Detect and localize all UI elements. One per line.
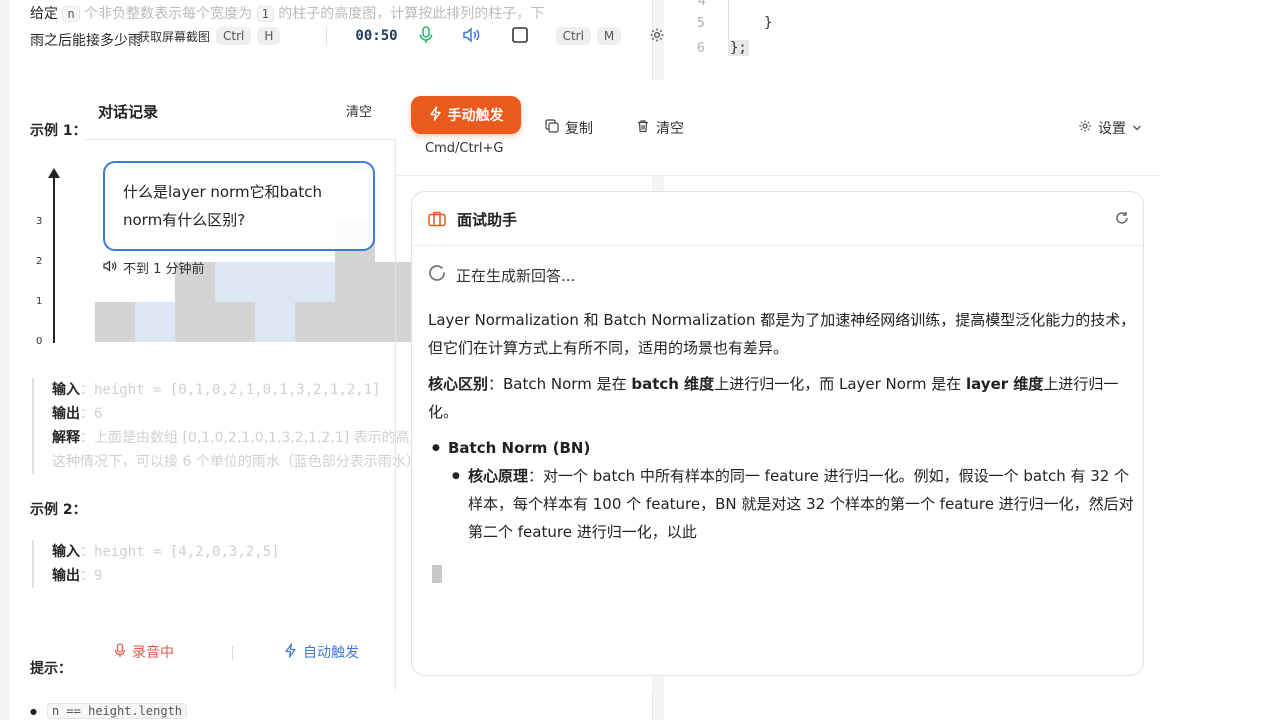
interview-assistant-card: 面试助手 正在生成新回答... Layer Normalization 和 Ba… (411, 191, 1144, 676)
bullet-icon: ● (30, 706, 37, 716)
line-number: 4 (698, 0, 706, 9)
hints-title: 提示： (30, 661, 72, 677)
answer-panel: 手动触发 Cmd/Ctrl+G 复制 清空 设置 面试助手 正在生成新回答...… (396, 80, 1160, 692)
recording-button[interactable]: 录音中 (114, 642, 174, 662)
user-message-bubble[interactable]: 什么是layer norm它和batch norm有什么区别? (103, 161, 375, 251)
mic-icon[interactable] (418, 25, 434, 47)
input-label: 输入 (52, 382, 80, 398)
recording-label: 录音中 (132, 645, 174, 661)
key-ctrl: Ctrl (216, 27, 252, 45)
speaker-icon[interactable] (103, 259, 117, 276)
list-item: 核心原理：对一个 batch 中所有样本的同一 feature 进行归一化。例如… (428, 462, 1136, 546)
message-time-label: 不到 1 分钟前 (123, 262, 205, 277)
code-line-5[interactable]: } (764, 15, 772, 31)
hint-code: n == height.length (46, 703, 188, 719)
manual-trigger-label: 手动触发 (447, 108, 504, 124)
stop-icon[interactable] (511, 26, 528, 46)
generating-status: 正在生成新回答... (428, 264, 575, 286)
toggle-window-shortcut[interactable]: Ctrl M (550, 27, 622, 45)
mic-icon (114, 642, 126, 662)
gear-icon (1078, 119, 1092, 137)
gear-icon[interactable] (649, 27, 665, 46)
clear-answer-button[interactable]: 清空 (636, 118, 684, 138)
trash-icon (636, 119, 650, 137)
y-axis-arrow (48, 168, 60, 178)
timer: 00:50 (355, 28, 398, 44)
output-label: 输出 (52, 406, 80, 422)
conversation-header: 对话记录 清空 (84, 80, 396, 140)
y-tick-label: 1 (36, 296, 43, 307)
answer-toolbar: 手动触发 Cmd/Ctrl+G 复制 清空 设置 (396, 80, 1160, 176)
example2-title: 示例 2： (30, 502, 87, 518)
core-bold: batch 维度 (631, 375, 715, 393)
key-m: M (596, 27, 622, 45)
list-item: Batch Norm (BN) (428, 434, 1136, 462)
bn-principle-text: ：对一个 batch 中所有样本的同一 feature 进行归一化。例如，假设一… (468, 467, 1134, 541)
copy-label: 复制 (565, 121, 593, 137)
divider (232, 646, 233, 660)
y-tick-label: 2 (36, 256, 43, 267)
core-label: 核心区别 (428, 375, 489, 393)
screenshot-label: 获取屏幕截图 (138, 29, 211, 44)
shortcut-hint: Cmd/Ctrl+G (425, 141, 504, 156)
chevron-down-icon (1132, 120, 1142, 136)
answer-content: Layer Normalization 和 Batch Normalizatio… (428, 306, 1136, 546)
settings-dropdown[interactable]: 设置 (1078, 118, 1142, 138)
core-text: ：Batch Norm 是在 (488, 375, 632, 393)
bolt-icon (284, 642, 297, 662)
bn-title: Batch Norm (BN) (448, 439, 591, 457)
y-tick-label: 0 (36, 336, 43, 347)
copy-icon (545, 119, 559, 137)
conversation-title: 对话记录 (98, 103, 159, 121)
screenshot-button[interactable]: 获取屏幕截图 Ctrl H (138, 27, 281, 45)
input-label: 输入 (52, 544, 80, 560)
conversation-panel: 对话记录 清空 什么是layer norm它和batch norm有什么区别? … (84, 80, 396, 692)
manual-trigger-button[interactable]: 手动触发 (411, 96, 521, 134)
answer-list: Batch Norm (BN) 核心原理：对一个 batch 中所有样本的同一 … (428, 434, 1136, 546)
indent-guide (728, 0, 729, 40)
bn-principle-label: 核心原理 (468, 467, 529, 485)
message-time: 不到 1 分钟前 (103, 258, 205, 277)
output-label: 输出 (52, 568, 80, 584)
card-title: 面试助手 (457, 211, 518, 229)
answer-paragraph: Layer Normalization 和 Batch Normalizatio… (428, 311, 1136, 357)
clear-history-button[interactable]: 清空 (346, 101, 372, 120)
settings-label: 设置 (1098, 121, 1126, 137)
answer-core-difference: 核心区别：Batch Norm 是在 batch 维度上进行归一化，而 Laye… (428, 370, 1136, 426)
example1-title: 示例 1： (30, 123, 87, 139)
key-ctrl: Ctrl (555, 27, 591, 45)
core-bold: layer 维度 (966, 375, 1044, 393)
clear-label: 清空 (656, 121, 684, 137)
code-line-6[interactable]: }; (728, 40, 749, 56)
explain-label: 解释 (52, 430, 80, 446)
assistant-overlay: 对话记录 清空 什么是layer norm它和batch norm有什么区别? … (84, 80, 1160, 692)
divider (652, 692, 653, 720)
divider (326, 27, 328, 45)
capture-toolbar: 获取屏幕截图 Ctrl H 00:50 Ctrl M (84, 14, 714, 58)
speaker-icon[interactable] (462, 26, 480, 46)
bolt-icon (429, 105, 442, 125)
y-axis (53, 175, 55, 343)
refresh-icon[interactable] (1115, 210, 1129, 229)
briefcase-icon (428, 210, 446, 231)
core-text: 上进行归一化，而 Layer Norm 是在 (714, 375, 966, 393)
key-h: H (257, 27, 281, 45)
text-cursor (432, 565, 442, 583)
card-header: 面试助手 (412, 192, 1143, 246)
loading-spinner-icon (428, 264, 446, 286)
auto-trigger-button[interactable]: 自动触发 (284, 642, 359, 662)
hint-item: ● n == height.length (30, 703, 188, 719)
y-tick-label: 3 (36, 216, 43, 227)
generating-label: 正在生成新回答... (456, 266, 576, 285)
auto-trigger-label: 自动触发 (303, 645, 359, 661)
copy-button[interactable]: 复制 (545, 118, 593, 138)
